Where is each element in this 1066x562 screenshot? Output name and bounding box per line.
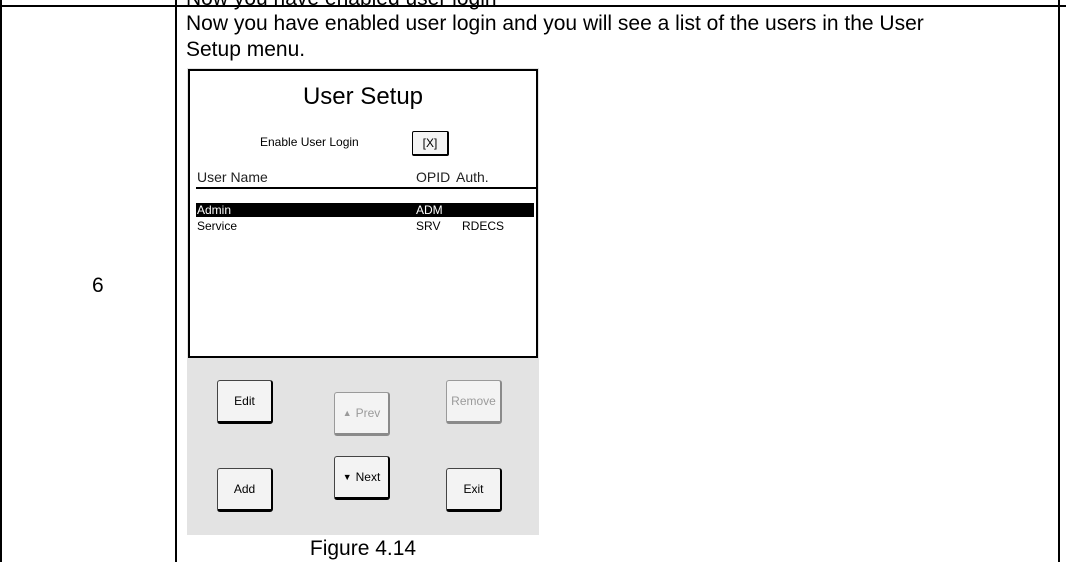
next-button-label: Next	[355, 470, 381, 484]
column-header-opid: OPID	[416, 169, 451, 185]
user-name: Admin	[197, 203, 232, 217]
prev-button[interactable]: ▲ Prev	[334, 392, 390, 436]
triangle-up-icon: ▲	[342, 408, 352, 418]
exit-button[interactable]: Exit	[446, 468, 502, 512]
user-row-admin[interactable]: Admin ADM	[196, 203, 534, 217]
add-button-label: Add	[233, 482, 256, 496]
edit-button[interactable]: Edit	[217, 380, 273, 424]
remove-button[interactable]: Remove	[446, 380, 502, 424]
edit-button-label: Edit	[234, 394, 255, 408]
table-row-divider	[0, 5, 1066, 7]
column-header-user-name: User Name	[197, 169, 268, 185]
previous-row-text: Now you have enabled user login	[186, 0, 497, 9]
enable-login-label: Enable User Login	[260, 135, 359, 149]
user-opid: SRV	[416, 219, 441, 233]
next-button[interactable]: ▼ Next	[334, 456, 390, 500]
figure-caption: Figure 4.14	[309, 537, 417, 560]
remove-button-label: Remove	[451, 394, 496, 408]
screen-title: User Setup	[302, 83, 424, 110]
user-row-service[interactable]: Service SRV RDECS	[196, 219, 534, 233]
step-number: 6	[92, 274, 104, 297]
table-column-divider	[175, 0, 177, 562]
header-divider	[196, 187, 536, 189]
user-auth: RDECS	[462, 219, 505, 233]
enable-login-checkbox[interactable]: [X]	[412, 131, 449, 156]
user-name: Service	[197, 219, 238, 233]
step-instruction: Now you have enabled user login and you …	[186, 12, 924, 61]
enable-login-row: Enable User Login [X]	[190, 131, 536, 156]
table-right-border	[1058, 0, 1060, 562]
prev-button-label: Prev	[355, 406, 381, 420]
triangle-down-icon: ▼	[342, 472, 352, 482]
device-screen: User Setup Enable User Login [X] User Na…	[188, 69, 538, 358]
add-button[interactable]: Add	[217, 468, 273, 512]
table-left-border	[0, 0, 2, 562]
user-opid: ADM	[416, 203, 443, 217]
exit-button-label: Exit	[463, 482, 484, 496]
column-header-auth: Auth.	[456, 169, 489, 185]
user-setup-figure: User Setup Enable User Login [X] User Na…	[187, 68, 539, 535]
